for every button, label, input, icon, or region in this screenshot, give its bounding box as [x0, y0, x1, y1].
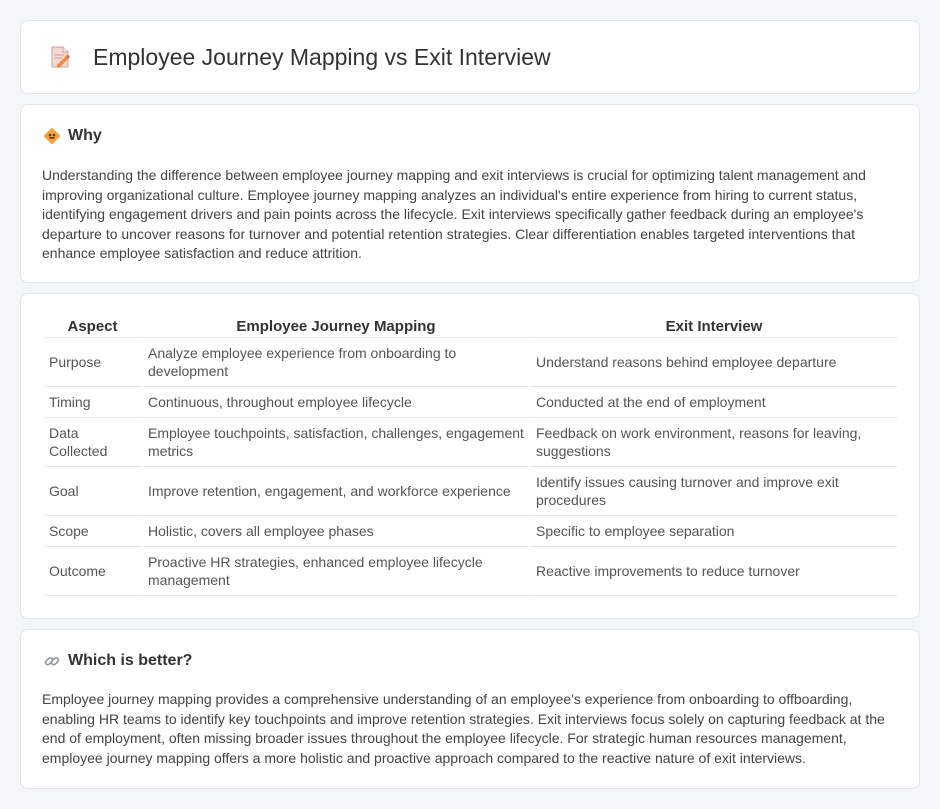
exit-cell: Conducted at the end of employment — [531, 387, 897, 418]
why-heading: Why — [68, 127, 102, 144]
exit-cell: Specific to employee separation — [531, 516, 897, 547]
aspect-cell: Data Collected — [44, 418, 141, 467]
link-icon — [43, 652, 61, 670]
comparison-table: Aspect Employee Journey Mapping Exit Int… — [42, 316, 899, 596]
page-title: Employee Journey Mapping vs Exit Intervi… — [93, 43, 551, 70]
table-row: Outcome Proactive HR strategies, enhance… — [44, 547, 897, 596]
header-journey-mapping: Employee Journey Mapping — [143, 316, 529, 338]
title-card: Employee Journey Mapping vs Exit Intervi… — [20, 20, 920, 94]
exit-cell: Identify issues causing turnover and imp… — [531, 467, 897, 516]
journey-cell: Proactive HR strategies, enhanced employ… — [143, 547, 529, 596]
aspect-cell: Scope — [44, 516, 141, 547]
table-row: Goal Improve retention, engagement, and … — [44, 467, 897, 516]
aspect-cell: Outcome — [44, 547, 141, 596]
aspect-cell: Goal — [44, 467, 141, 516]
header-exit-interview: Exit Interview — [531, 316, 897, 338]
table-row: Data Collected Employee touchpoints, sat… — [44, 418, 897, 467]
table-row: Timing Continuous, throughout employee l… — [44, 387, 897, 418]
which-is-better-heading: Which is better? — [68, 652, 193, 669]
aspect-cell: Timing — [44, 387, 141, 418]
diamond-sign-icon — [43, 127, 61, 145]
aspect-cell: Purpose — [44, 338, 141, 387]
why-section: Why Understanding the difference between… — [20, 104, 920, 283]
journey-cell: Holistic, covers all employee phases — [143, 516, 529, 547]
exit-cell: Feedback on work environment, reasons fo… — [531, 418, 897, 467]
exit-cell: Understand reasons behind employee depar… — [531, 338, 897, 387]
which-is-better-section: Which is better? Employee journey mappin… — [20, 629, 920, 789]
journey-cell: Improve retention, engagement, and workf… — [143, 467, 529, 516]
comparison-section: Aspect Employee Journey Mapping Exit Int… — [20, 293, 920, 619]
table-row: Scope Holistic, covers all employee phas… — [44, 516, 897, 547]
table-row: Purpose Analyze employee experience from… — [44, 338, 897, 387]
header-aspect: Aspect — [44, 316, 141, 338]
exit-cell: Reactive improvements to reduce turnover — [531, 547, 897, 596]
document-pencil-icon — [47, 44, 73, 70]
which-is-better-text: Employee journey mapping provides a comp… — [42, 691, 885, 766]
journey-cell: Continuous, throughout employee lifecycl… — [143, 387, 529, 418]
journey-cell: Analyze employee experience from onboard… — [143, 338, 529, 387]
why-text: Understanding the difference between emp… — [42, 167, 866, 262]
table-header-row: Aspect Employee Journey Mapping Exit Int… — [44, 316, 897, 338]
journey-cell: Employee touchpoints, satisfaction, chal… — [143, 418, 529, 467]
